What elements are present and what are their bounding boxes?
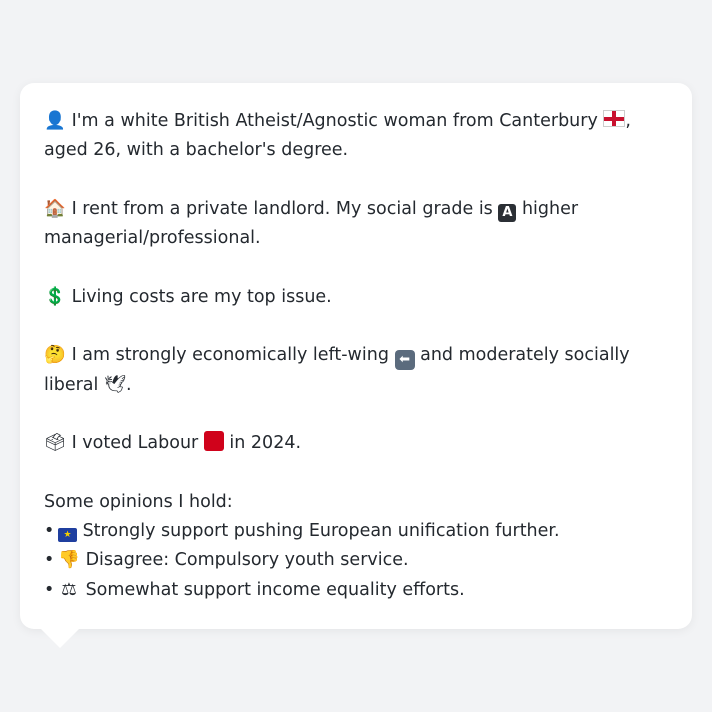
housing-text: I rent from a private landlord. My socia… [71,198,493,219]
opinion-text: Strongly support pushing European unific… [82,521,560,542]
vote-text-cont: in 2024. [229,433,302,454]
ballot-box-icon: 🗳 [44,433,67,454]
top-issue-paragraph: 💲 Living costs are my top issue. [44,283,668,312]
speech-bubble-tail [40,628,80,648]
thumbs-down-icon: 👎 [58,550,80,571]
bullet: • [44,579,55,600]
opinion-item: • ★ Strongly support pushing European uni… [44,517,668,546]
labour-red-square-icon [203,431,224,452]
opinion-text: Disagree: Compulsory youth service. [85,550,409,571]
housing-paragraph: 🏠 I rent from a private landlord. My soc… [44,195,668,254]
bullet: • [44,550,55,571]
vote-text: I voted Labour [71,433,199,454]
bust-in-silhouette-icon: 👤 [44,111,66,131]
top-issue-text: Living costs are my top issue. [71,286,332,307]
dollar-sign-icon: 💲 [44,286,66,307]
identity-paragraph: 👤 I'm a white British Atheist/Agnostic w… [44,107,668,166]
bullet: • [44,521,55,542]
opinions-heading: Some opinions I hold: [44,491,233,512]
balance-scale-icon: ⚖ [61,579,77,600]
ideology-text: I am strongly economically left-wing [71,345,389,366]
grade-a-badge: A [498,203,517,222]
eu-flag-icon: ★ [58,528,77,543]
dove-icon: 🕊 [103,374,127,395]
identity-text: I'm a white British Atheist/Agnostic wom… [71,111,598,131]
opinion-item: • 👎 Disagree: Compulsory youth service. [44,546,668,575]
thinking-face-icon: 🤔 [44,345,66,366]
vote-paragraph: 🗳 I voted Labour in 2024. [44,429,668,458]
ideology-period: . [125,374,132,395]
house-icon: 🏠 [44,198,66,219]
left-arrow-icon: ⬅ [394,350,415,371]
opinion-item: • ⚖ Somewhat support income equality effo… [44,576,668,605]
opinion-text: Somewhat support income equality efforts… [85,579,465,600]
persona-card: 👤 I'm a white British Atheist/Agnostic w… [20,83,692,629]
ideology-paragraph: 🤔 I am strongly economically left-wing ⬅… [44,341,668,400]
england-flag-icon [603,110,626,127]
